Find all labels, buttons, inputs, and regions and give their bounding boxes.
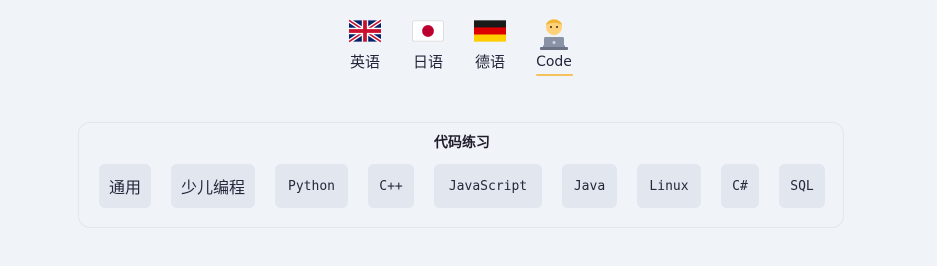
category-kids-programming[interactable]: 少儿编程 [171, 164, 255, 208]
tab-code[interactable]: Code [530, 14, 578, 76]
technologist-icon [538, 14, 570, 50]
category-cpp[interactable]: C++ [368, 164, 414, 208]
tab-german[interactable]: 德语 [466, 14, 514, 76]
tab-label: Code [536, 54, 572, 70]
category-linux[interactable]: Linux [637, 164, 701, 208]
tab-label: 德语 [474, 53, 505, 71]
category-csharp[interactable]: C# [721, 164, 759, 208]
category-python[interactable]: Python [275, 164, 348, 208]
tab-label: 英语 [349, 53, 380, 71]
panel-title: 代码练习 [434, 135, 490, 151]
japan-flag-icon [412, 18, 444, 44]
tab-label: 日语 [412, 53, 443, 71]
category-general[interactable]: 通用 [99, 164, 151, 208]
category-java[interactable]: Java [562, 164, 617, 208]
language-tabs: 英语 日语 德语 Code [0, 14, 937, 78]
tab-english[interactable]: 英语 [341, 14, 389, 76]
category-sql[interactable]: SQL [779, 164, 825, 208]
germany-flag-icon [474, 18, 506, 44]
code-practice-panel: 代码练习 通用 少儿编程 Python C++ JavaScript Java … [78, 122, 844, 228]
uk-flag-icon [349, 18, 381, 44]
category-javascript[interactable]: JavaScript [434, 164, 542, 208]
tab-japanese[interactable]: 日语 [404, 14, 452, 76]
active-tab-indicator [536, 74, 573, 76]
